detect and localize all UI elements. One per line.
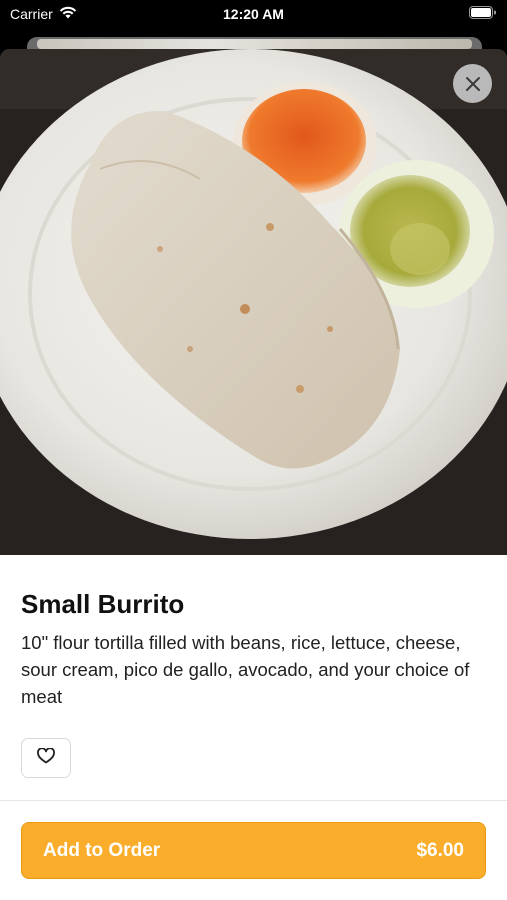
close-icon — [465, 76, 481, 92]
item-info: Small Burrito 10" flour tortilla filled … — [0, 588, 507, 778]
item-detail-sheet: Small Burrito 10" flour tortilla filled … — [0, 49, 507, 900]
item-title: Small Burrito — [21, 589, 185, 619]
status-time: 12:20 AM — [223, 6, 284, 22]
heart-icon — [37, 746, 55, 769]
item-photo — [0, 49, 507, 555]
item-description: 10" flour tortilla filled with beans, ri… — [21, 632, 470, 707]
close-button[interactable] — [453, 64, 492, 103]
status-bar: Carrier 12:20 AM — [0, 0, 507, 30]
battery-icon — [469, 6, 497, 19]
add-to-order-button[interactable]: Add to Order $6.00 — [21, 822, 486, 879]
favorite-button[interactable] — [21, 738, 71, 778]
price-label: $6.00 — [416, 839, 464, 861]
add-to-order-label: Add to Order — [43, 839, 161, 861]
app-screen: Carrier 12:20 AM Small Burrito 10" flour… — [0, 0, 507, 900]
divider — [0, 800, 507, 801]
